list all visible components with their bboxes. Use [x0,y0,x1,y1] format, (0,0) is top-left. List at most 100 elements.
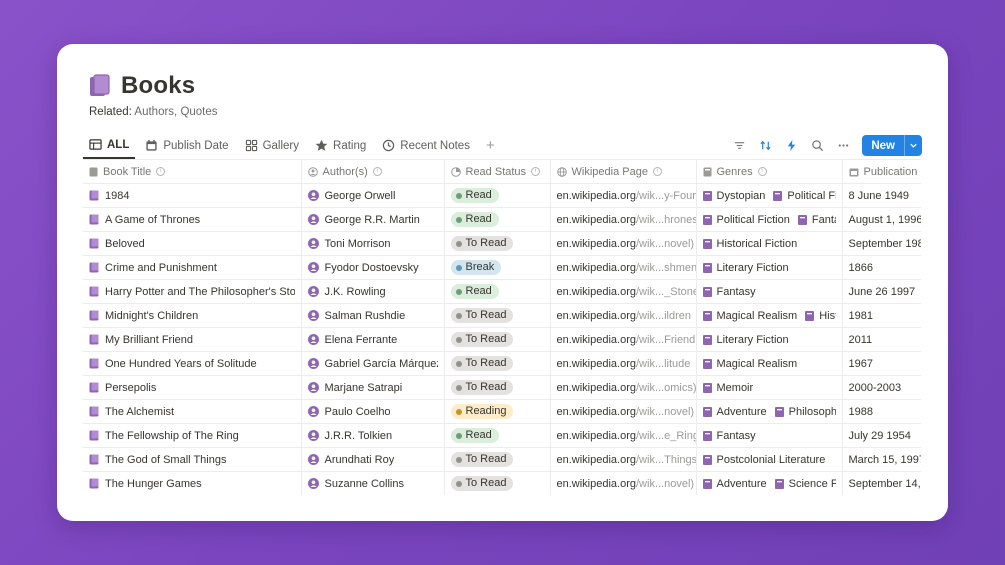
cell-title[interactable]: 1984 [83,183,302,208]
cell-title[interactable]: The Fellowship of The Ring [83,423,302,448]
wiki-domain[interactable]: en.wikipedia.org [557,406,637,418]
table-row[interactable]: 1984 George Orwell Read en.wikipedia.org/wi… [83,183,921,208]
status-badge[interactable]: Break [450,260,502,275]
status-badge[interactable]: To Read [450,476,514,491]
column-header-status[interactable]: Read Status i [444,159,551,184]
cell-wiki[interactable]: en.wikipedia.org/wik...hrones [550,207,697,232]
search-icon[interactable] [806,135,828,157]
status-badge[interactable]: To Read [450,356,514,371]
column-header-title[interactable]: Book Title i [83,159,302,184]
column-header-genres[interactable]: Genres i [696,159,843,184]
cell-genres[interactable]: Historical Fiction [696,231,843,256]
cell-author[interactable]: Arundhati Roy [301,447,445,472]
genre-tag[interactable]: Magical Realism [702,358,797,370]
wiki-path[interactable]: /wik...novel) [636,478,694,490]
cell-wiki[interactable]: en.wikipedia.org/wik...y-Four [550,183,697,208]
cell-status[interactable]: To Read [444,375,551,400]
lightning-icon[interactable] [780,135,802,157]
cell-genres[interactable]: Memoir [696,375,843,400]
cell-wiki[interactable]: en.wikipedia.org/wik...omics) [550,375,697,400]
add-view-icon[interactable]: + [480,137,501,154]
cell-status[interactable]: Read [444,183,551,208]
cell-author[interactable]: George Orwell [301,183,445,208]
wiki-domain[interactable]: en.wikipedia.org [557,310,637,322]
cell-author[interactable]: J.R.R. Tolkien [301,423,445,448]
wiki-path[interactable]: /wik...novel) [636,406,694,418]
info-icon[interactable]: i [652,167,662,176]
wiki-path[interactable]: /wik...hrones [636,214,695,226]
cell-genres[interactable]: Magical Realism [696,351,843,376]
genre-tag[interactable]: Histo [805,310,836,322]
tab-publish-date[interactable]: Publish Date [139,132,234,159]
cell-wiki[interactable]: en.wikipedia.org/wik...ildren [550,303,697,328]
wiki-domain[interactable]: en.wikipedia.org [557,358,637,370]
cell-author[interactable]: George R.R. Martin [301,207,445,232]
info-icon[interactable]: i [372,167,382,176]
table-row[interactable]: A Game of Thrones George R.R. Martin Read e… [83,207,921,232]
cell-genres[interactable]: Political Fiction Fanta [696,207,843,232]
cell-wiki[interactable]: en.wikipedia.org/wik...novel) [550,399,697,424]
status-badge[interactable]: To Read [450,332,514,347]
cell-status[interactable]: Read [444,279,551,304]
status-badge[interactable]: Read [450,428,499,443]
cell-genres[interactable]: Literary Fiction [696,255,843,280]
cell-title[interactable]: Beloved [83,231,302,256]
cell-publication[interactable]: July 29 1954 [842,423,921,448]
cell-status[interactable]: To Read [444,447,551,472]
cell-author[interactable]: Gabriel García Márquez [301,351,445,376]
cell-author[interactable]: Suzanne Collins [301,471,445,495]
related-link-quotes[interactable]: Quotes [180,106,217,118]
genre-tag[interactable]: Fantasy [702,286,756,298]
genre-tag[interactable]: Fantasy [702,430,756,442]
cell-status[interactable]: Break [444,255,551,280]
status-badge[interactable]: Read [450,188,499,203]
cell-publication[interactable]: 8 June 1949 [842,183,921,208]
tab-recent-notes[interactable]: Recent Notes [376,132,476,159]
cell-genres[interactable]: Fantasy [696,279,843,304]
table-row[interactable]: Beloved Toni Morrison To Read en.wikipedia.… [83,231,921,256]
cell-publication[interactable]: September 14, [842,471,921,495]
cell-publication[interactable]: 2000-2003 [842,375,921,400]
table-row[interactable]: Crime and Punishment Fyodor Dostoevsky Bre… [83,255,921,280]
wiki-path[interactable]: /wik...Friend [636,334,695,346]
column-header-author[interactable]: Author(s) i [301,159,445,184]
genre-tag[interactable]: Adventure [702,406,767,418]
cell-wiki[interactable]: en.wikipedia.org/wik...novel) [550,471,697,495]
genre-tag[interactable]: Memoir [702,382,753,394]
cell-genres[interactable]: Postcolonial Literature [696,447,843,472]
genre-tag[interactable]: Literary Fiction [702,262,789,274]
cell-publication[interactable]: June 26 1997 [842,279,921,304]
genre-tag[interactable]: Dystopian [702,190,765,202]
table-row[interactable]: Harry Potter and The Philosopher's Ston J… [83,279,921,304]
cell-status[interactable]: Read [444,207,551,232]
table-row[interactable]: One Hundred Years of Solitude Gabriel Gar… [83,351,921,376]
genre-tag[interactable]: Literary Fiction [702,334,789,346]
cell-genres[interactable]: Magical Realism Histo [696,303,843,328]
cell-author[interactable]: Toni Morrison [301,231,445,256]
cell-status[interactable]: To Read [444,471,551,495]
cell-author[interactable]: Marjane Satrapi [301,375,445,400]
cell-publication[interactable]: March 15, 1997 [842,447,921,472]
new-button[interactable]: New [862,135,922,156]
cell-wiki[interactable]: en.wikipedia.org/wik...e_Ring [550,423,697,448]
cell-publication[interactable]: 1866 [842,255,921,280]
wiki-path[interactable]: /wik...novel) [636,238,694,250]
cell-author[interactable]: Elena Ferrante [301,327,445,352]
cell-genres[interactable]: Adventure Science Fi [696,471,843,495]
status-badge[interactable]: Read [450,284,499,299]
cell-publication[interactable]: 1981 [842,303,921,328]
table-row[interactable]: Midnight's Children Salman Rushdie To Read… [83,303,921,328]
column-header-publication[interactable]: Publication D [842,159,921,184]
cell-title[interactable]: Midnight's Children [83,303,302,328]
tab-all[interactable]: ALL [83,132,136,159]
wiki-path[interactable]: /wik...litude [636,358,690,370]
cell-author[interactable]: Fyodor Dostoevsky [301,255,445,280]
status-badge[interactable]: To Read [450,236,514,251]
cell-wiki[interactable]: en.wikipedia.org/wik...Things [550,447,697,472]
cell-title[interactable]: The Hunger Games [83,471,302,495]
wiki-path[interactable]: /wik...e_Ring [636,430,695,442]
cell-wiki[interactable]: en.wikipedia.org/wik...litude [550,351,697,376]
filter-icon[interactable] [728,135,750,157]
cell-title[interactable]: My Brilliant Friend [83,327,302,352]
table-row[interactable]: The Hunger Games Suzanne Collins To Read en… [83,471,921,495]
